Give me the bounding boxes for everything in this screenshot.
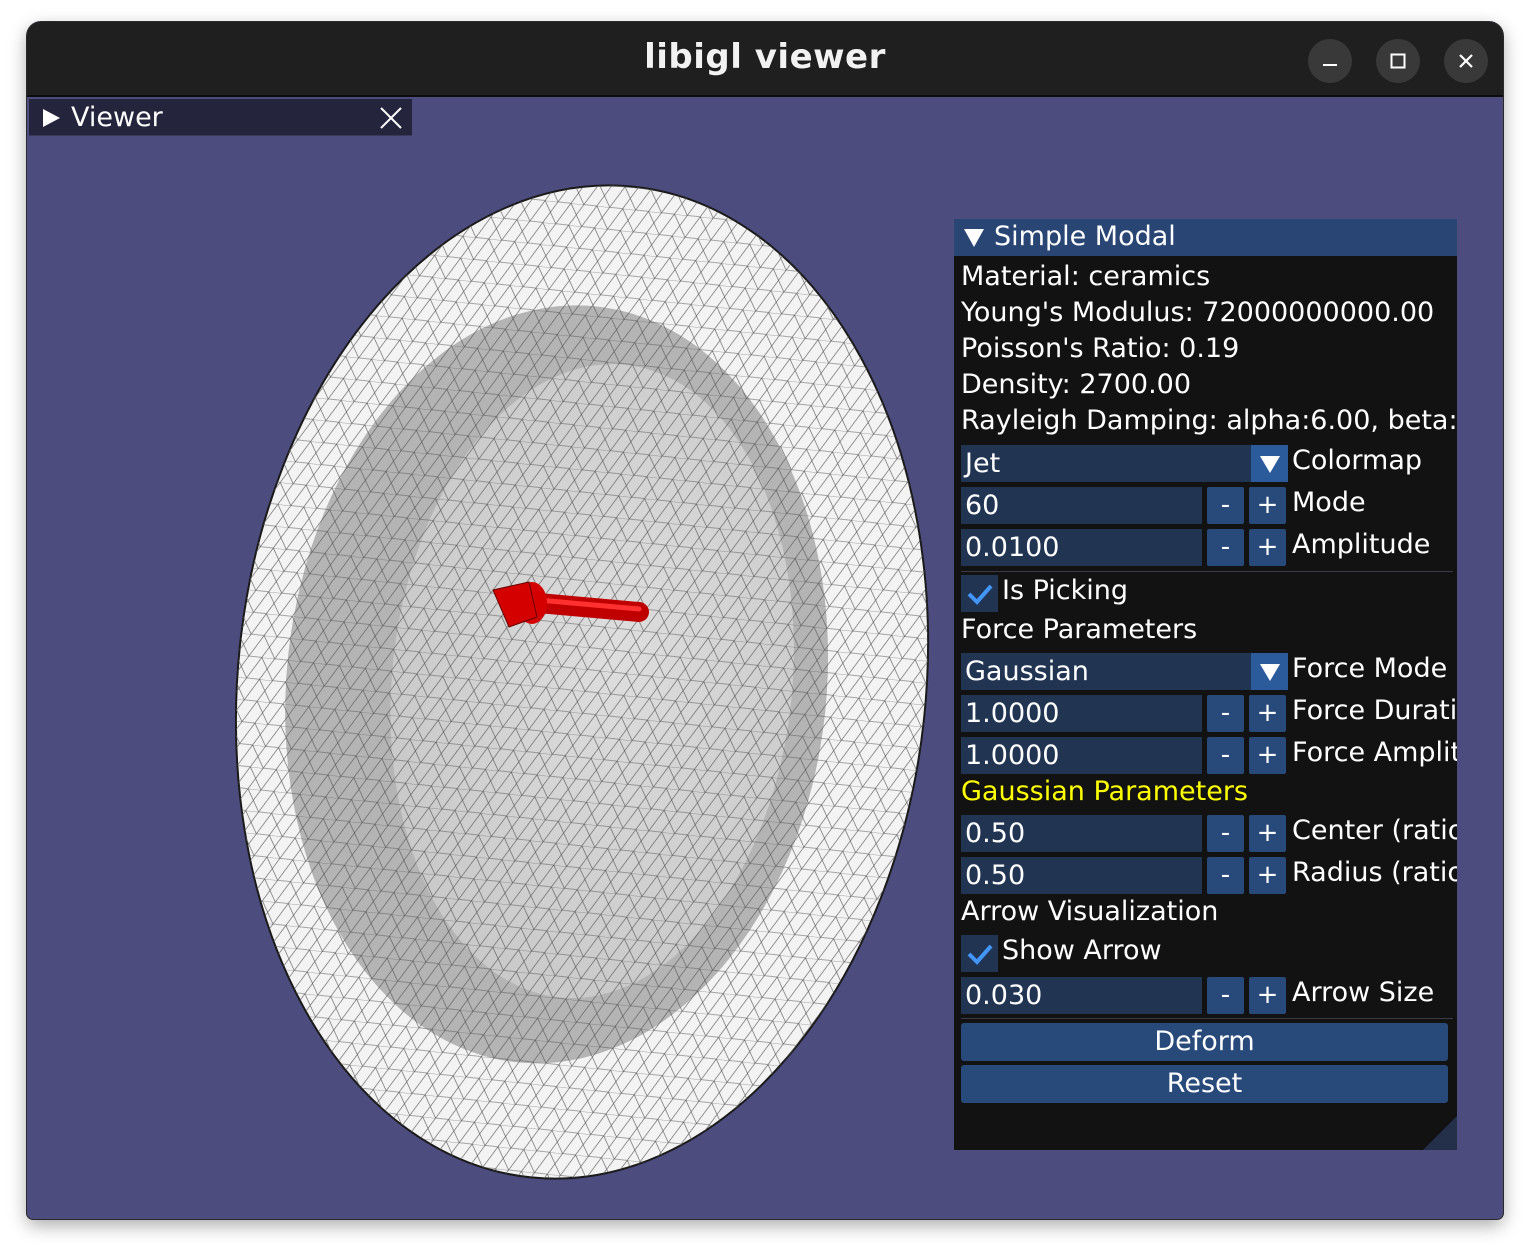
- amplitude-label: Amplitude: [1292, 529, 1431, 560]
- checkmark-icon: [967, 584, 993, 605]
- radius-decrement-button[interactable]: -: [1207, 857, 1244, 894]
- force-mode-value: Gaussian: [965, 656, 1089, 687]
- arrow-size-input[interactable]: 0.030: [961, 977, 1202, 1014]
- separator: [961, 1018, 1453, 1019]
- panel-header[interactable]: Simple Modal: [954, 219, 1457, 256]
- force-duration-label: Force Duration: [1292, 695, 1457, 726]
- center-ratio-label: Center (ratio): [1292, 815, 1457, 846]
- expand-arrow-icon[interactable]: [41, 108, 61, 128]
- force-amplitude-input[interactable]: 1.0000: [961, 737, 1202, 774]
- material-text: Material: ceramics: [961, 261, 1211, 292]
- center-decrement-button[interactable]: -: [1207, 815, 1244, 852]
- force-duration-increment-button[interactable]: +: [1249, 695, 1286, 732]
- force-amplitude-label: Force Amplitude: [1292, 737, 1457, 768]
- force-mode-dropdown-button[interactable]: [1251, 653, 1288, 690]
- arrow-size-label: Arrow Size: [1292, 977, 1435, 1008]
- force-mode-select[interactable]: Gaussian: [961, 653, 1288, 690]
- is-picking-checkbox[interactable]: [961, 575, 998, 612]
- force-duration-decrement-button[interactable]: -: [1207, 695, 1244, 732]
- minimize-icon: [1323, 64, 1337, 66]
- minimize-button[interactable]: [1308, 39, 1352, 83]
- 3d-viewport[interactable]: Viewer Simple Modal Material: ceramics Y…: [27, 97, 1503, 1219]
- force-mode-label: Force Mode: [1292, 653, 1448, 684]
- density-text: Density: 2700.00: [961, 369, 1192, 400]
- deform-button[interactable]: Deform: [961, 1023, 1448, 1061]
- collapse-arrow-icon[interactable]: [963, 228, 985, 248]
- viewer-tab-label: Viewer: [71, 102, 163, 133]
- maximize-button[interactable]: [1376, 39, 1420, 83]
- colormap-label: Colormap: [1292, 445, 1423, 476]
- force-parameters-heading: Force Parameters: [961, 614, 1198, 645]
- app-window: libigl viewer Viewer Simple Modal Materi…: [27, 22, 1503, 1219]
- colormap-dropdown-button[interactable]: [1251, 445, 1288, 482]
- arrow-size-decrement-button[interactable]: -: [1207, 977, 1244, 1014]
- arrow-visualization-heading: Arrow Visualization: [961, 896, 1219, 927]
- mode-input[interactable]: 60: [961, 487, 1202, 524]
- show-arrow-label: Show Arrow: [1002, 935, 1162, 966]
- separator: [961, 571, 1453, 572]
- maximize-icon: [1390, 53, 1406, 69]
- radius-ratio-label: Radius (ratio): [1292, 857, 1457, 888]
- center-ratio-input[interactable]: 0.50: [961, 815, 1202, 852]
- radius-ratio-input[interactable]: 0.50: [961, 857, 1202, 894]
- gaussian-parameters-heading: Gaussian Parameters: [961, 776, 1248, 807]
- close-button[interactable]: [1444, 39, 1488, 83]
- viewer-menu-tab[interactable]: Viewer: [29, 99, 412, 136]
- colormap-value: Jet: [965, 448, 1001, 479]
- chevron-down-icon: [1259, 663, 1280, 681]
- chevron-down-icon: [1259, 455, 1280, 473]
- amplitude-decrement-button[interactable]: -: [1207, 529, 1244, 566]
- force-duration-input[interactable]: 1.0000: [961, 695, 1202, 732]
- poisson-ratio-text: Poisson's Ratio: 0.19: [961, 333, 1240, 364]
- is-picking-label: Is Picking: [1002, 575, 1129, 606]
- mode-increment-button[interactable]: +: [1249, 487, 1286, 524]
- close-icon[interactable]: [380, 107, 402, 129]
- reset-button[interactable]: Reset: [961, 1065, 1448, 1103]
- amplitude-increment-button[interactable]: +: [1249, 529, 1286, 566]
- mode-decrement-button[interactable]: -: [1207, 487, 1244, 524]
- show-arrow-checkbox[interactable]: [961, 935, 998, 972]
- center-increment-button[interactable]: +: [1249, 815, 1286, 852]
- force-amplitude-increment-button[interactable]: +: [1249, 737, 1286, 774]
- colormap-select[interactable]: Jet: [961, 445, 1288, 482]
- close-icon: [1459, 54, 1473, 68]
- youngs-modulus-text: Young's Modulus: 72000000000.00: [961, 297, 1435, 328]
- rayleigh-damping-text: Rayleigh Damping: alpha:6.00, beta:0.00: [961, 405, 1455, 436]
- arrow-size-increment-button[interactable]: +: [1249, 977, 1286, 1014]
- resize-grip-icon[interactable]: [1423, 1116, 1457, 1150]
- checkmark-icon: [967, 944, 993, 965]
- simple-modal-panel: Simple Modal Material: ceramics Young's …: [954, 219, 1457, 1150]
- panel-title: Simple Modal: [994, 221, 1176, 252]
- mode-label: Mode: [1292, 487, 1366, 518]
- window-title: libigl viewer: [644, 37, 886, 77]
- title-bar[interactable]: libigl viewer: [27, 22, 1503, 97]
- radius-increment-button[interactable]: +: [1249, 857, 1286, 894]
- force-amplitude-decrement-button[interactable]: -: [1207, 737, 1244, 774]
- amplitude-input[interactable]: 0.0100: [961, 529, 1202, 566]
